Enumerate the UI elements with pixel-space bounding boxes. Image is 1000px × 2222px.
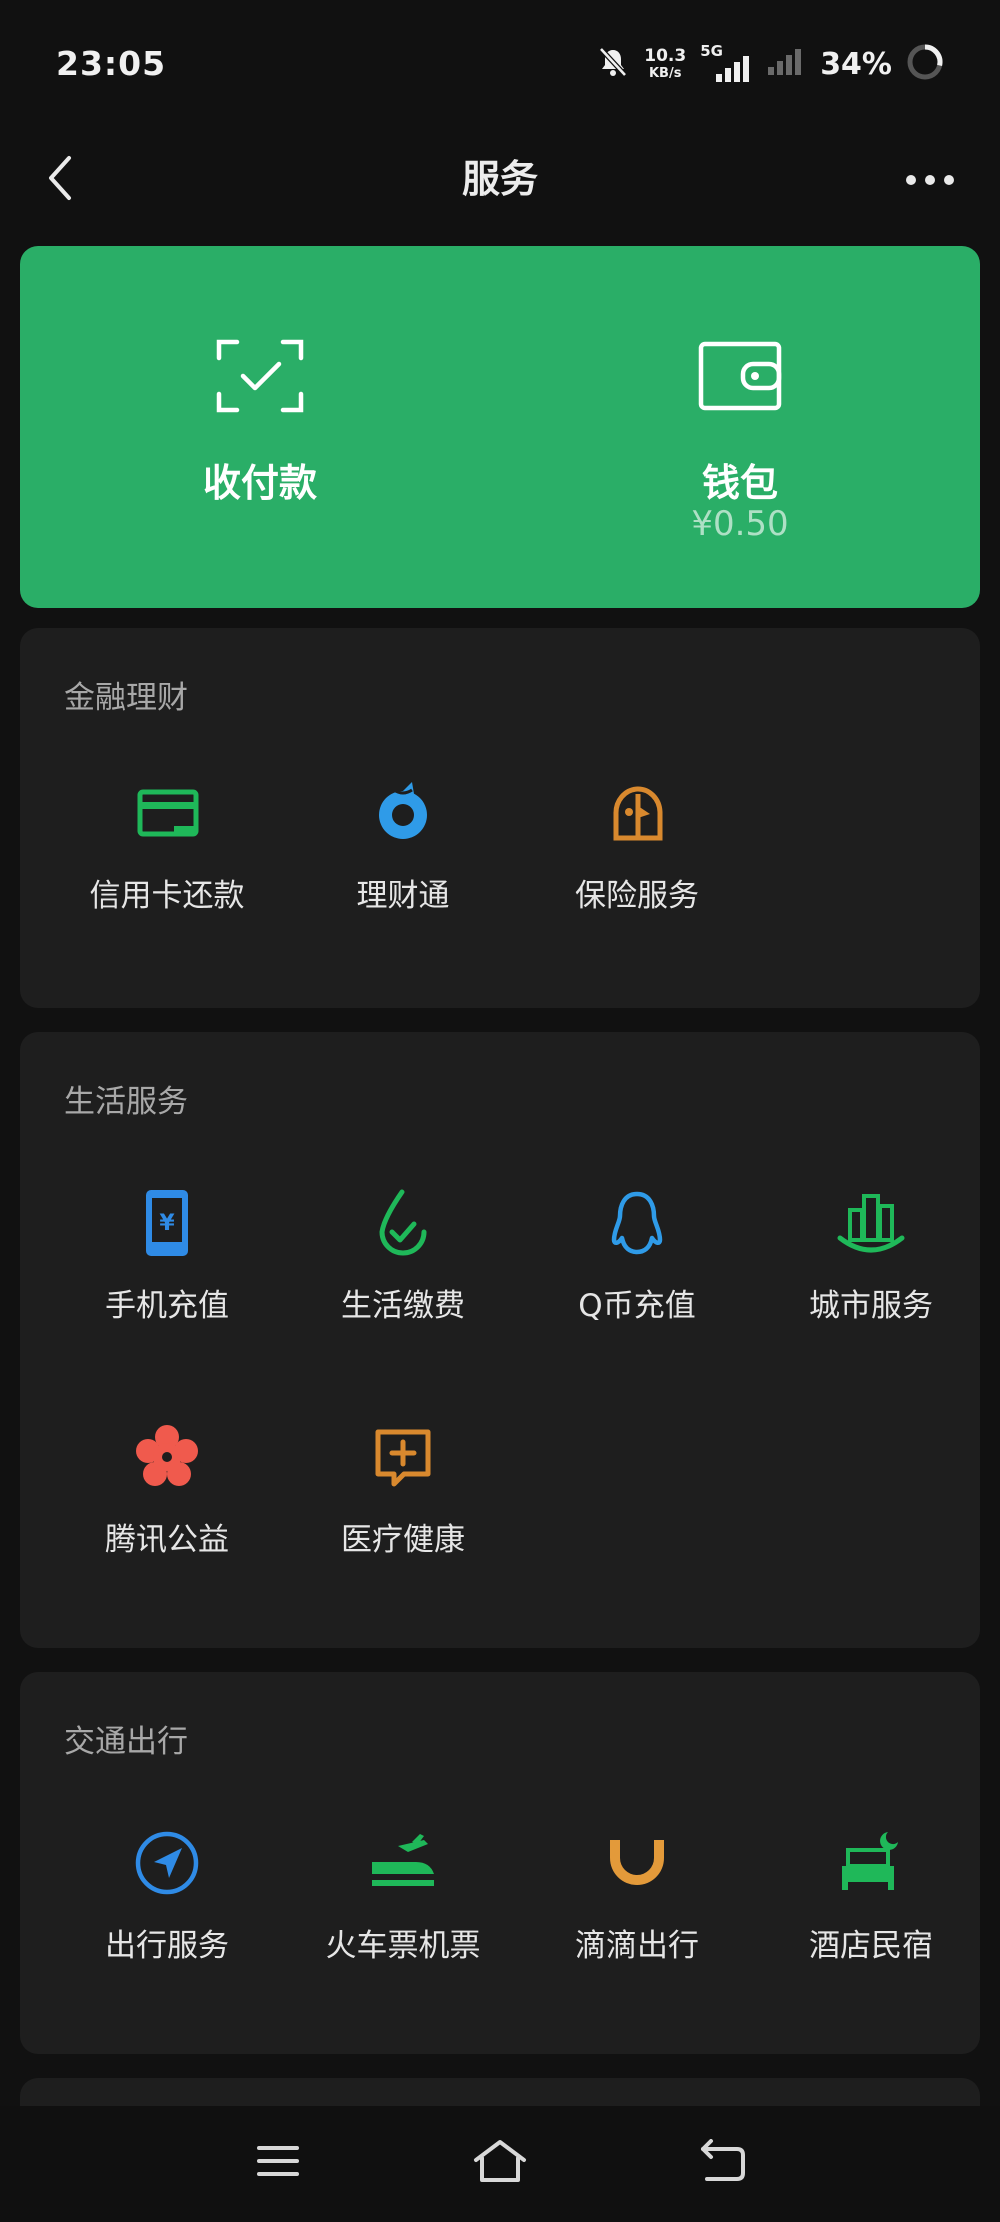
wallet-balance: ¥0.50 xyxy=(691,504,789,544)
hotel-bed-icon xyxy=(836,1828,906,1898)
grid-label: 酒店民宿 xyxy=(809,1928,933,1964)
net-speed-value: 10.3 xyxy=(644,46,687,66)
system-nav-bar xyxy=(0,2106,1000,2222)
system-back-button[interactable] xyxy=(677,2128,767,2198)
insurance-button[interactable]: 保险服务 xyxy=(522,778,752,938)
licaitong-button[interactable]: 理财通 xyxy=(288,778,518,938)
phone-recharge-icon: ¥ xyxy=(132,1188,202,1258)
medical-icon xyxy=(368,1422,438,1492)
hotel-homestay-button[interactable]: 酒店民宿 xyxy=(756,1828,986,1988)
more-button[interactable] xyxy=(890,140,970,220)
credit-card-repay-button[interactable]: 信用卡还款 xyxy=(52,778,282,938)
battery-ring-icon xyxy=(906,43,944,85)
grid-label: 生活缴费 xyxy=(341,1288,465,1324)
section-title: 交通出行 xyxy=(64,1724,188,1760)
grid-label: 腾讯公益 xyxy=(105,1522,229,1558)
grid-label: 保险服务 xyxy=(575,878,699,914)
section-finance: 金融理财 信用卡还款 理财通 保险服务 xyxy=(20,628,980,1008)
train-plane-icon xyxy=(368,1828,438,1898)
wallet-label: 钱包 xyxy=(701,461,778,505)
section-travel: 交通出行 出行服务 火车票机票 滴滴出行 酒店民宿 xyxy=(20,1672,980,2054)
section-title: 金融理财 xyxy=(64,680,188,716)
wallet-icon xyxy=(695,338,785,414)
more-horizontal-icon xyxy=(905,171,955,190)
wealth-icon xyxy=(368,778,438,848)
back-arrow-icon xyxy=(697,2139,747,2187)
tencent-charity-button[interactable]: 腾讯公益 xyxy=(52,1422,282,1582)
didi-icon xyxy=(602,1828,672,1898)
grid-label: 医疗健康 xyxy=(341,1522,465,1558)
net-speed: 10.3 KB/s xyxy=(644,46,687,81)
page-title: 服务 xyxy=(461,157,538,201)
signal-weak-icon xyxy=(766,47,806,81)
phone-recharge-button[interactable]: ¥ 手机充值 xyxy=(52,1188,282,1348)
grid-label: 理财通 xyxy=(356,878,450,914)
status-time: 23:05 xyxy=(56,44,167,83)
city-icon xyxy=(836,1188,906,1258)
section-life: 生活服务 ¥ 手机充值 生活缴费 Q币充值 城市服务 腾讯公益 医疗健康 xyxy=(20,1032,980,1648)
scan-check-icon xyxy=(215,338,305,414)
svg-text:¥: ¥ xyxy=(159,1211,175,1236)
home-button[interactable] xyxy=(455,2128,545,2198)
navigation-icon xyxy=(132,1828,202,1898)
qq-icon xyxy=(602,1188,672,1258)
menu-icon xyxy=(255,2143,301,2183)
utility-bill-icon xyxy=(368,1188,438,1258)
grid-label: Q币充值 xyxy=(578,1288,696,1324)
grid-label: 城市服务 xyxy=(809,1288,933,1324)
collect-pay-label: 收付款 xyxy=(202,461,317,505)
train-plane-ticket-button[interactable]: 火车票机票 xyxy=(288,1828,518,1988)
collect-pay-button[interactable]: 收付款 xyxy=(20,246,500,608)
nav-bar: 服务 xyxy=(0,130,1000,240)
charity-flower-icon xyxy=(132,1422,202,1492)
pay-card: 收付款 钱包 ¥0.50 xyxy=(20,246,980,608)
grid-label: 信用卡还款 xyxy=(89,878,245,914)
grid-label: 火车票机票 xyxy=(325,1928,481,1964)
credit-card-icon xyxy=(132,778,202,848)
didi-button[interactable]: 滴滴出行 xyxy=(522,1828,752,1988)
status-icons: 10.3 KB/s 5G 34% xyxy=(596,42,944,86)
screen: 23:05 10.3 KB/s 5G 34% 服务 收付款 钱包 ¥0.50 金… xyxy=(0,0,1000,2222)
medical-health-button[interactable]: 医疗健康 xyxy=(288,1422,518,1582)
menu-button[interactable] xyxy=(233,2128,323,2198)
battery-text: 34% xyxy=(820,46,892,82)
section-title: 生活服务 xyxy=(64,1084,188,1120)
travel-service-button[interactable]: 出行服务 xyxy=(52,1828,282,1988)
bell-muted-icon xyxy=(596,45,630,83)
signal-5g-icon: 5G xyxy=(700,44,752,84)
net-speed-unit: KB/s xyxy=(648,66,682,81)
city-service-button[interactable]: 城市服务 xyxy=(756,1188,986,1348)
utility-bill-button[interactable]: 生活缴费 xyxy=(288,1188,518,1348)
grid-label: 滴滴出行 xyxy=(575,1928,699,1964)
wallet-button[interactable]: 钱包 ¥0.50 xyxy=(500,246,980,608)
status-bar: 23:05 10.3 KB/s 5G 34% xyxy=(0,0,1000,130)
q-coin-button[interactable]: Q币充值 xyxy=(522,1188,752,1348)
grid-label: 手机充值 xyxy=(105,1288,229,1324)
insurance-icon xyxy=(602,778,672,848)
home-icon xyxy=(472,2138,528,2188)
grid-label: 出行服务 xyxy=(105,1928,229,1964)
